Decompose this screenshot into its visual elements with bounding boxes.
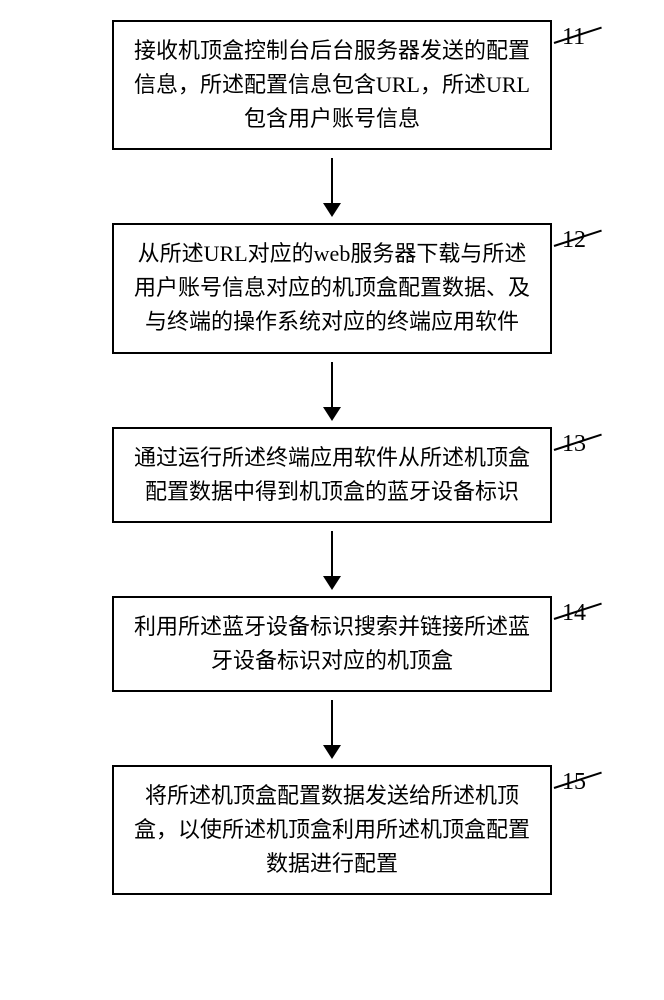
arrow-down-icon	[323, 158, 341, 217]
step-row-13: 通过运行所述终端应用软件从所述机顶盒配置数据中得到机顶盒的蓝牙设备标识 13	[20, 427, 644, 523]
step-number: 11	[562, 24, 585, 51]
step-text: 将所述机顶盒配置数据发送给所述机顶盒，以使所述机顶盒利用所述机顶盒配置数据进行配…	[134, 783, 530, 876]
step-row-14: 利用所述蓝牙设备标识搜索并链接所述蓝牙设备标识对应的机顶盒 14	[20, 596, 644, 692]
step-box: 将所述机顶盒配置数据发送给所述机顶盒，以使所述机顶盒利用所述机顶盒配置数据进行配…	[112, 765, 552, 895]
step-box: 从所述URL对应的web服务器下载与所述用户账号信息对应的机顶盒配置数据、及与终…	[112, 223, 552, 353]
step-number: 15	[562, 769, 586, 796]
step-text: 通过运行所述终端应用软件从所述机顶盒配置数据中得到机顶盒的蓝牙设备标识	[134, 445, 530, 504]
step-number: 14	[562, 600, 586, 627]
step-number: 12	[562, 227, 586, 254]
step-number: 13	[562, 431, 586, 458]
step-row-15: 将所述机顶盒配置数据发送给所述机顶盒，以使所述机顶盒利用所述机顶盒配置数据进行配…	[20, 765, 644, 895]
step-box: 利用所述蓝牙设备标识搜索并链接所述蓝牙设备标识对应的机顶盒	[112, 596, 552, 692]
step-row-11: 接收机顶盒控制台后台服务器发送的配置信息，所述配置信息包含URL，所述URL包含…	[20, 20, 644, 150]
step-text: 从所述URL对应的web服务器下载与所述用户账号信息对应的机顶盒配置数据、及与终…	[134, 241, 530, 334]
arrow-down-icon	[323, 362, 341, 421]
step-text: 接收机顶盒控制台后台服务器发送的配置信息，所述配置信息包含URL，所述URL包含…	[134, 38, 530, 131]
step-box: 接收机顶盒控制台后台服务器发送的配置信息，所述配置信息包含URL，所述URL包含…	[112, 20, 552, 150]
step-box: 通过运行所述终端应用软件从所述机顶盒配置数据中得到机顶盒的蓝牙设备标识	[112, 427, 552, 523]
arrow-down-icon	[323, 531, 341, 590]
flowchart-container: 接收机顶盒控制台后台服务器发送的配置信息，所述配置信息包含URL，所述URL包含…	[20, 20, 644, 895]
step-row-12: 从所述URL对应的web服务器下载与所述用户账号信息对应的机顶盒配置数据、及与终…	[20, 223, 644, 353]
arrow-down-icon	[323, 700, 341, 759]
step-text: 利用所述蓝牙设备标识搜索并链接所述蓝牙设备标识对应的机顶盒	[134, 614, 530, 673]
